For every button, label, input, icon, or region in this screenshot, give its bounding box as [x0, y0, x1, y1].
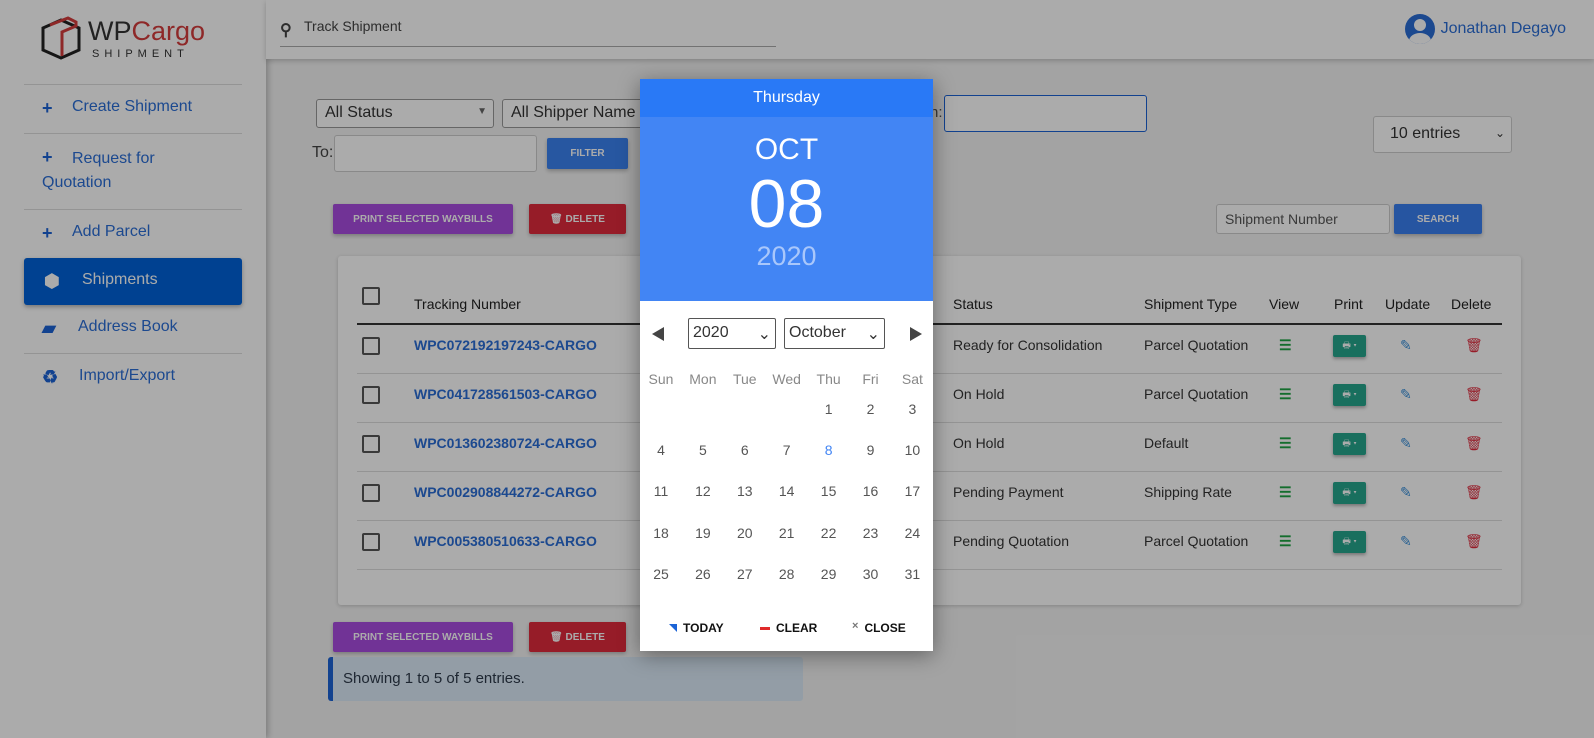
calendar-day[interactable]: 31: [891, 566, 933, 582]
calendar-day[interactable]: 12: [682, 483, 724, 499]
datepicker: Thursday OCT 08 2020 2020 ⌄ October ⌄ Sun M…: [640, 79, 933, 651]
calendar-day[interactable]: 10: [891, 442, 933, 458]
calendar-day[interactable]: 19: [682, 525, 724, 541]
calendar-day[interactable]: 5: [682, 442, 724, 458]
clear-button[interactable]: CLEAR: [760, 621, 817, 635]
calendar-day[interactable]: 26: [682, 566, 724, 582]
calendar-day[interactable]: 13: [724, 483, 766, 499]
datepicker-month: OCT: [754, 133, 819, 166]
calendar-day[interactable]: 7: [766, 442, 808, 458]
today-button[interactable]: TODAY: [669, 621, 724, 635]
chevron-down-icon: ⌄: [757, 326, 771, 343]
minus-icon: [760, 626, 770, 630]
calendar-day[interactable]: 8: [808, 442, 850, 458]
weekday-label: Tue: [732, 371, 757, 387]
year-select-value: 2020: [693, 324, 729, 341]
calendar-day[interactable]: 23: [850, 525, 892, 541]
calendar-day[interactable]: 9: [850, 442, 892, 458]
calendar-day[interactable]: 16: [850, 483, 892, 499]
datepicker-date-display: OCT 08 2020: [640, 117, 933, 301]
clear-label: CLEAR: [776, 621, 818, 635]
year-select[interactable]: 2020 ⌄: [688, 318, 776, 349]
datepicker-weekday: Thursday: [640, 79, 933, 117]
datepicker-year: 2020: [756, 241, 817, 271]
calendar-day[interactable]: 24: [891, 525, 933, 541]
calendar-day[interactable]: 2: [850, 401, 892, 417]
close-label: CLOSE: [864, 621, 906, 635]
month-select-value: October: [789, 324, 846, 341]
calendar-day[interactable]: 11: [640, 483, 682, 499]
prev-month-icon[interactable]: [652, 327, 664, 341]
close-icon: ×: [852, 620, 859, 632]
calendar-day[interactable]: 4: [640, 442, 682, 458]
calendar-day[interactable]: 28: [766, 566, 808, 582]
calendar-day[interactable]: 27: [724, 566, 766, 582]
calendar-day[interactable]: 30: [850, 566, 892, 582]
calendar-day[interactable]: 15: [808, 483, 850, 499]
calendar-day[interactable]: 18: [640, 525, 682, 541]
today-icon: [669, 624, 677, 632]
weekday-label: Fri: [862, 371, 879, 387]
month-select[interactable]: October ⌄: [784, 318, 885, 349]
calendar-day[interactable]: 25: [640, 566, 682, 582]
weekday-label: Mon: [689, 371, 717, 387]
calendar-day[interactable]: 21: [766, 525, 808, 541]
calendar-day[interactable]: 6: [724, 442, 766, 458]
calendar-day[interactable]: 1: [808, 401, 850, 417]
chevron-down-icon: ⌄: [866, 326, 880, 343]
datepicker-day: 08: [748, 166, 825, 242]
today-label: TODAY: [683, 621, 724, 635]
next-month-icon[interactable]: [910, 327, 922, 341]
weekday-label: Wed: [772, 371, 801, 387]
weekday-label: Sat: [901, 371, 923, 387]
calendar-day[interactable]: 29: [808, 566, 850, 582]
calendar-day[interactable]: 14: [766, 483, 808, 499]
calendar-day[interactable]: 3: [891, 401, 933, 417]
weekday-label: Thu: [816, 371, 841, 387]
calendar-day[interactable]: 17: [891, 483, 933, 499]
close-button[interactable]: × CLOSE: [852, 620, 906, 635]
calendar-day[interactable]: 20: [724, 525, 766, 541]
weekday-label: Sun: [648, 371, 674, 387]
calendar-day[interactable]: 22: [808, 525, 850, 541]
